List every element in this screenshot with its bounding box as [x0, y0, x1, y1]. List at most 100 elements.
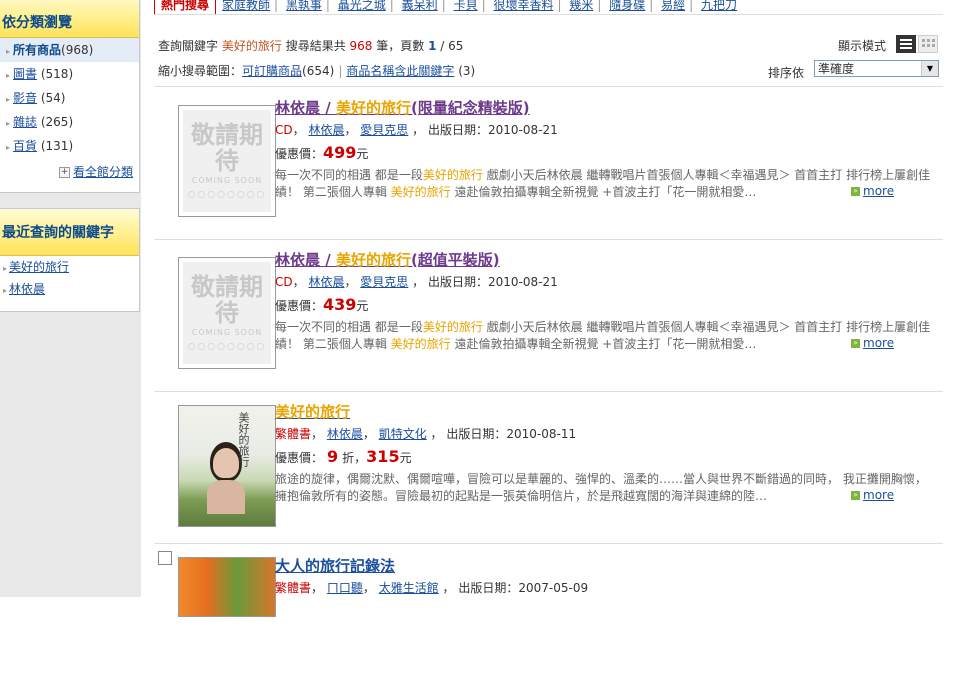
publisher-link[interactable]: 愛貝克思	[360, 123, 408, 137]
sidebar-item-link[interactable]: 圖書	[13, 67, 37, 81]
publisher-link[interactable]: 愛貝克思	[360, 275, 408, 289]
author-link[interactable]: 林依晨	[308, 123, 344, 137]
product-cover-placeholder[interactable]: 敬請期待 COMING SOON ○○○○○○○○	[178, 105, 276, 217]
product-title-link[interactable]: 林依晨 / 美好的旅行(限量紀念精裝版)	[275, 99, 530, 117]
result-unit: 筆，頁數	[376, 39, 425, 53]
placeholder-text: 敬請期待	[191, 121, 263, 175]
arrow-right-icon: »	[851, 491, 860, 500]
title-keyword: 美好的旅行	[335, 251, 411, 269]
title-artist: 林依晨 /	[275, 99, 336, 117]
author-link[interactable]: 林依晨	[327, 427, 363, 441]
hot-link[interactable]: 幾米	[569, 0, 593, 12]
product-description: 每一次不同的相遇 都是一段美好的旅行 戲劇小天后林依晨 繼轉戰唱片首張個人專輯＜…	[275, 167, 935, 201]
publish-date: 2010-08-21	[487, 275, 558, 289]
author-link[interactable]: 林依晨	[308, 275, 344, 289]
recent-keyword[interactable]: ▸ 美好的旅行	[0, 256, 139, 278]
sidebar-item-media[interactable]: ▸ 影音 (54)	[0, 86, 139, 110]
hot-link[interactable]: 義呆利	[402, 0, 438, 12]
sidebar-item-count: (968)	[61, 43, 94, 57]
more-link-text[interactable]: more	[863, 488, 894, 502]
product-type: CD	[275, 275, 293, 289]
narrow-label: 縮小搜尋範圍：	[158, 64, 243, 78]
publish-date: 2010-08-11	[506, 427, 577, 441]
title-keyword: 美好的旅行	[275, 403, 351, 421]
author-link[interactable]: ㄇ口聽	[327, 581, 363, 595]
narrow-orderable-link[interactable]: 可訂購商品	[242, 64, 302, 78]
display-mode-label: 顯示模式	[838, 39, 887, 53]
product-title[interactable]: 林依晨 / 美好的旅行(超值平裝版)	[275, 249, 500, 270]
sidebar-item-link[interactable]: 百貨	[13, 139, 37, 153]
more-link[interactable]: » more	[851, 488, 894, 502]
product-title-link[interactable]: 林依晨 / 美好的旅行(超值平裝版)	[275, 251, 500, 269]
narrow-title-link[interactable]: 商品名稱含此關鍵字	[346, 64, 454, 78]
hot-link[interactable]: 聶光之城	[338, 0, 386, 12]
sidebar-item-label: 所有商品	[13, 43, 62, 57]
sort-selected-value: 準確度	[818, 62, 855, 76]
product-title[interactable]: 美好的旅行	[275, 401, 350, 422]
title-keyword: 美好的旅行	[335, 99, 411, 117]
hot-link[interactable]: 隨身碟	[609, 0, 645, 12]
hot-search-links: 家庭教師 | 黑執事 | 聶光之城 | 義呆利 | 卡貝 | 很壞幸香料 | 幾米 | 隨身碟…	[222, 0, 741, 14]
product-cover-image[interactable]	[178, 557, 276, 617]
publisher-link[interactable]: 太雅生活館	[379, 581, 439, 595]
product-type: CD	[275, 123, 293, 137]
product-cover-placeholder[interactable]: 敬請期待 COMING SOON ○○○○○○○○	[178, 257, 276, 369]
price-value: 499	[323, 143, 357, 162]
sidebar-item-department[interactable]: ▸ 百貨 (131)	[0, 134, 139, 158]
sidebar: 依分類瀏覽 ▸ 所有商品(968) ▸ 圖書 (518) ▸ 影音 (54) ▸ 雜誌 …	[0, 0, 141, 597]
recent-keyword-link[interactable]: 林依晨	[9, 282, 45, 296]
separator: |	[274, 0, 279, 12]
sort-select[interactable]: 準確度 ▼	[814, 60, 939, 77]
publish-date: 2010-08-21	[487, 123, 558, 137]
hot-link[interactable]: 九把刀	[701, 0, 737, 12]
product-item: 敬請期待 COMING SOON ○○○○○○○○ 林依晨 / 美好的旅行(限量…	[154, 87, 943, 240]
product-title-link[interactable]: 大人的旅行記錄法	[275, 557, 395, 575]
sidebar-item-books[interactable]: ▸ 圖書 (518)	[0, 62, 139, 86]
sidebar-item-count: (265)	[40, 115, 74, 129]
desc-part: 每一次不同的相遇 都是一段	[275, 320, 423, 334]
separator: |	[441, 0, 446, 12]
product-title[interactable]: 林依晨 / 美好的旅行(限量紀念精裝版)	[275, 97, 530, 118]
sidebar-item-all[interactable]: ▸ 所有商品(968)	[0, 38, 139, 62]
narrow-search: 縮小搜尋範圍：可訂購商品(654) | 商品名稱含此關鍵字 (3)	[158, 62, 475, 79]
see-all-link[interactable]: 看全館分類	[73, 165, 133, 179]
sidebar-item-link[interactable]: 雜誌	[13, 115, 37, 129]
product-title-link[interactable]: 美好的旅行	[275, 403, 350, 421]
list-view-icon[interactable]	[896, 35, 916, 53]
recent-keywords-panel: 最近查詢的關鍵字 ▸ 美好的旅行 ▸ 林依晨	[0, 208, 140, 312]
hot-link[interactable]: 家庭教師	[222, 0, 270, 12]
desc-keyword: 美好的旅行	[422, 320, 483, 334]
product-meta: 繁體書， 林依晨， 凱特文化 ， 出版日期：2010-08-11	[275, 427, 577, 441]
sidebar-item-magazines[interactable]: ▸ 雜誌 (265)	[0, 110, 139, 134]
product-description: 旅途的旋律，偶爾沈默、偶爾喧嘩，冒險可以是華麗的、強悍的、溫柔的……當人與世界不…	[275, 472, 927, 503]
hot-link[interactable]: 卡貝	[454, 0, 478, 12]
cover-figure-body	[207, 480, 245, 514]
recent-keyword[interactable]: ▸ 林依晨	[0, 278, 139, 300]
sidebar-item-count: (518)	[40, 67, 74, 81]
more-link[interactable]: » more	[851, 336, 894, 350]
date-label: 出版日期：	[427, 275, 488, 289]
sidebar-item-link[interactable]: 影音	[13, 91, 37, 105]
product-title[interactable]: 大人的旅行記錄法	[275, 555, 395, 576]
currency: 元	[356, 147, 369, 161]
more-link[interactable]: » more	[851, 184, 894, 198]
hot-search-tag: 熱門搜尋	[154, 0, 216, 15]
product-price: 優惠價： 9 折，315元	[275, 447, 412, 466]
hot-link[interactable]: 易經	[661, 0, 685, 12]
more-link-text[interactable]: more	[863, 184, 894, 198]
hot-link[interactable]: 黑執事	[286, 0, 322, 12]
grid-view-icon[interactable]	[918, 35, 938, 53]
recent-keyword-link[interactable]: 美好的旅行	[9, 260, 69, 274]
hot-link[interactable]: 很壞幸香料	[493, 0, 553, 12]
currency: 元	[356, 299, 369, 313]
arrow-right-icon: »	[851, 187, 860, 196]
product-description: 每一次不同的相遇 都是一段美好的旅行 戲劇小天后林依晨 繼轉戰唱片首張個人專輯＜…	[275, 319, 935, 353]
product-item: 大人的旅行記錄法 繁體書， ㄇ口聽， 太雅生活館 ， 出版日期：2007-05-…	[154, 543, 943, 695]
see-all-categories[interactable]: + 看全館分類	[58, 163, 133, 180]
title-edition: (限量紀念精裝版)	[410, 99, 530, 117]
compare-checkbox[interactable]	[158, 551, 172, 565]
more-link-text[interactable]: more	[863, 336, 894, 350]
publisher-link[interactable]: 凱特文化	[379, 427, 427, 441]
discount-unit: 折，	[342, 451, 367, 465]
product-cover-image[interactable]: 美好的旅行	[178, 405, 276, 527]
